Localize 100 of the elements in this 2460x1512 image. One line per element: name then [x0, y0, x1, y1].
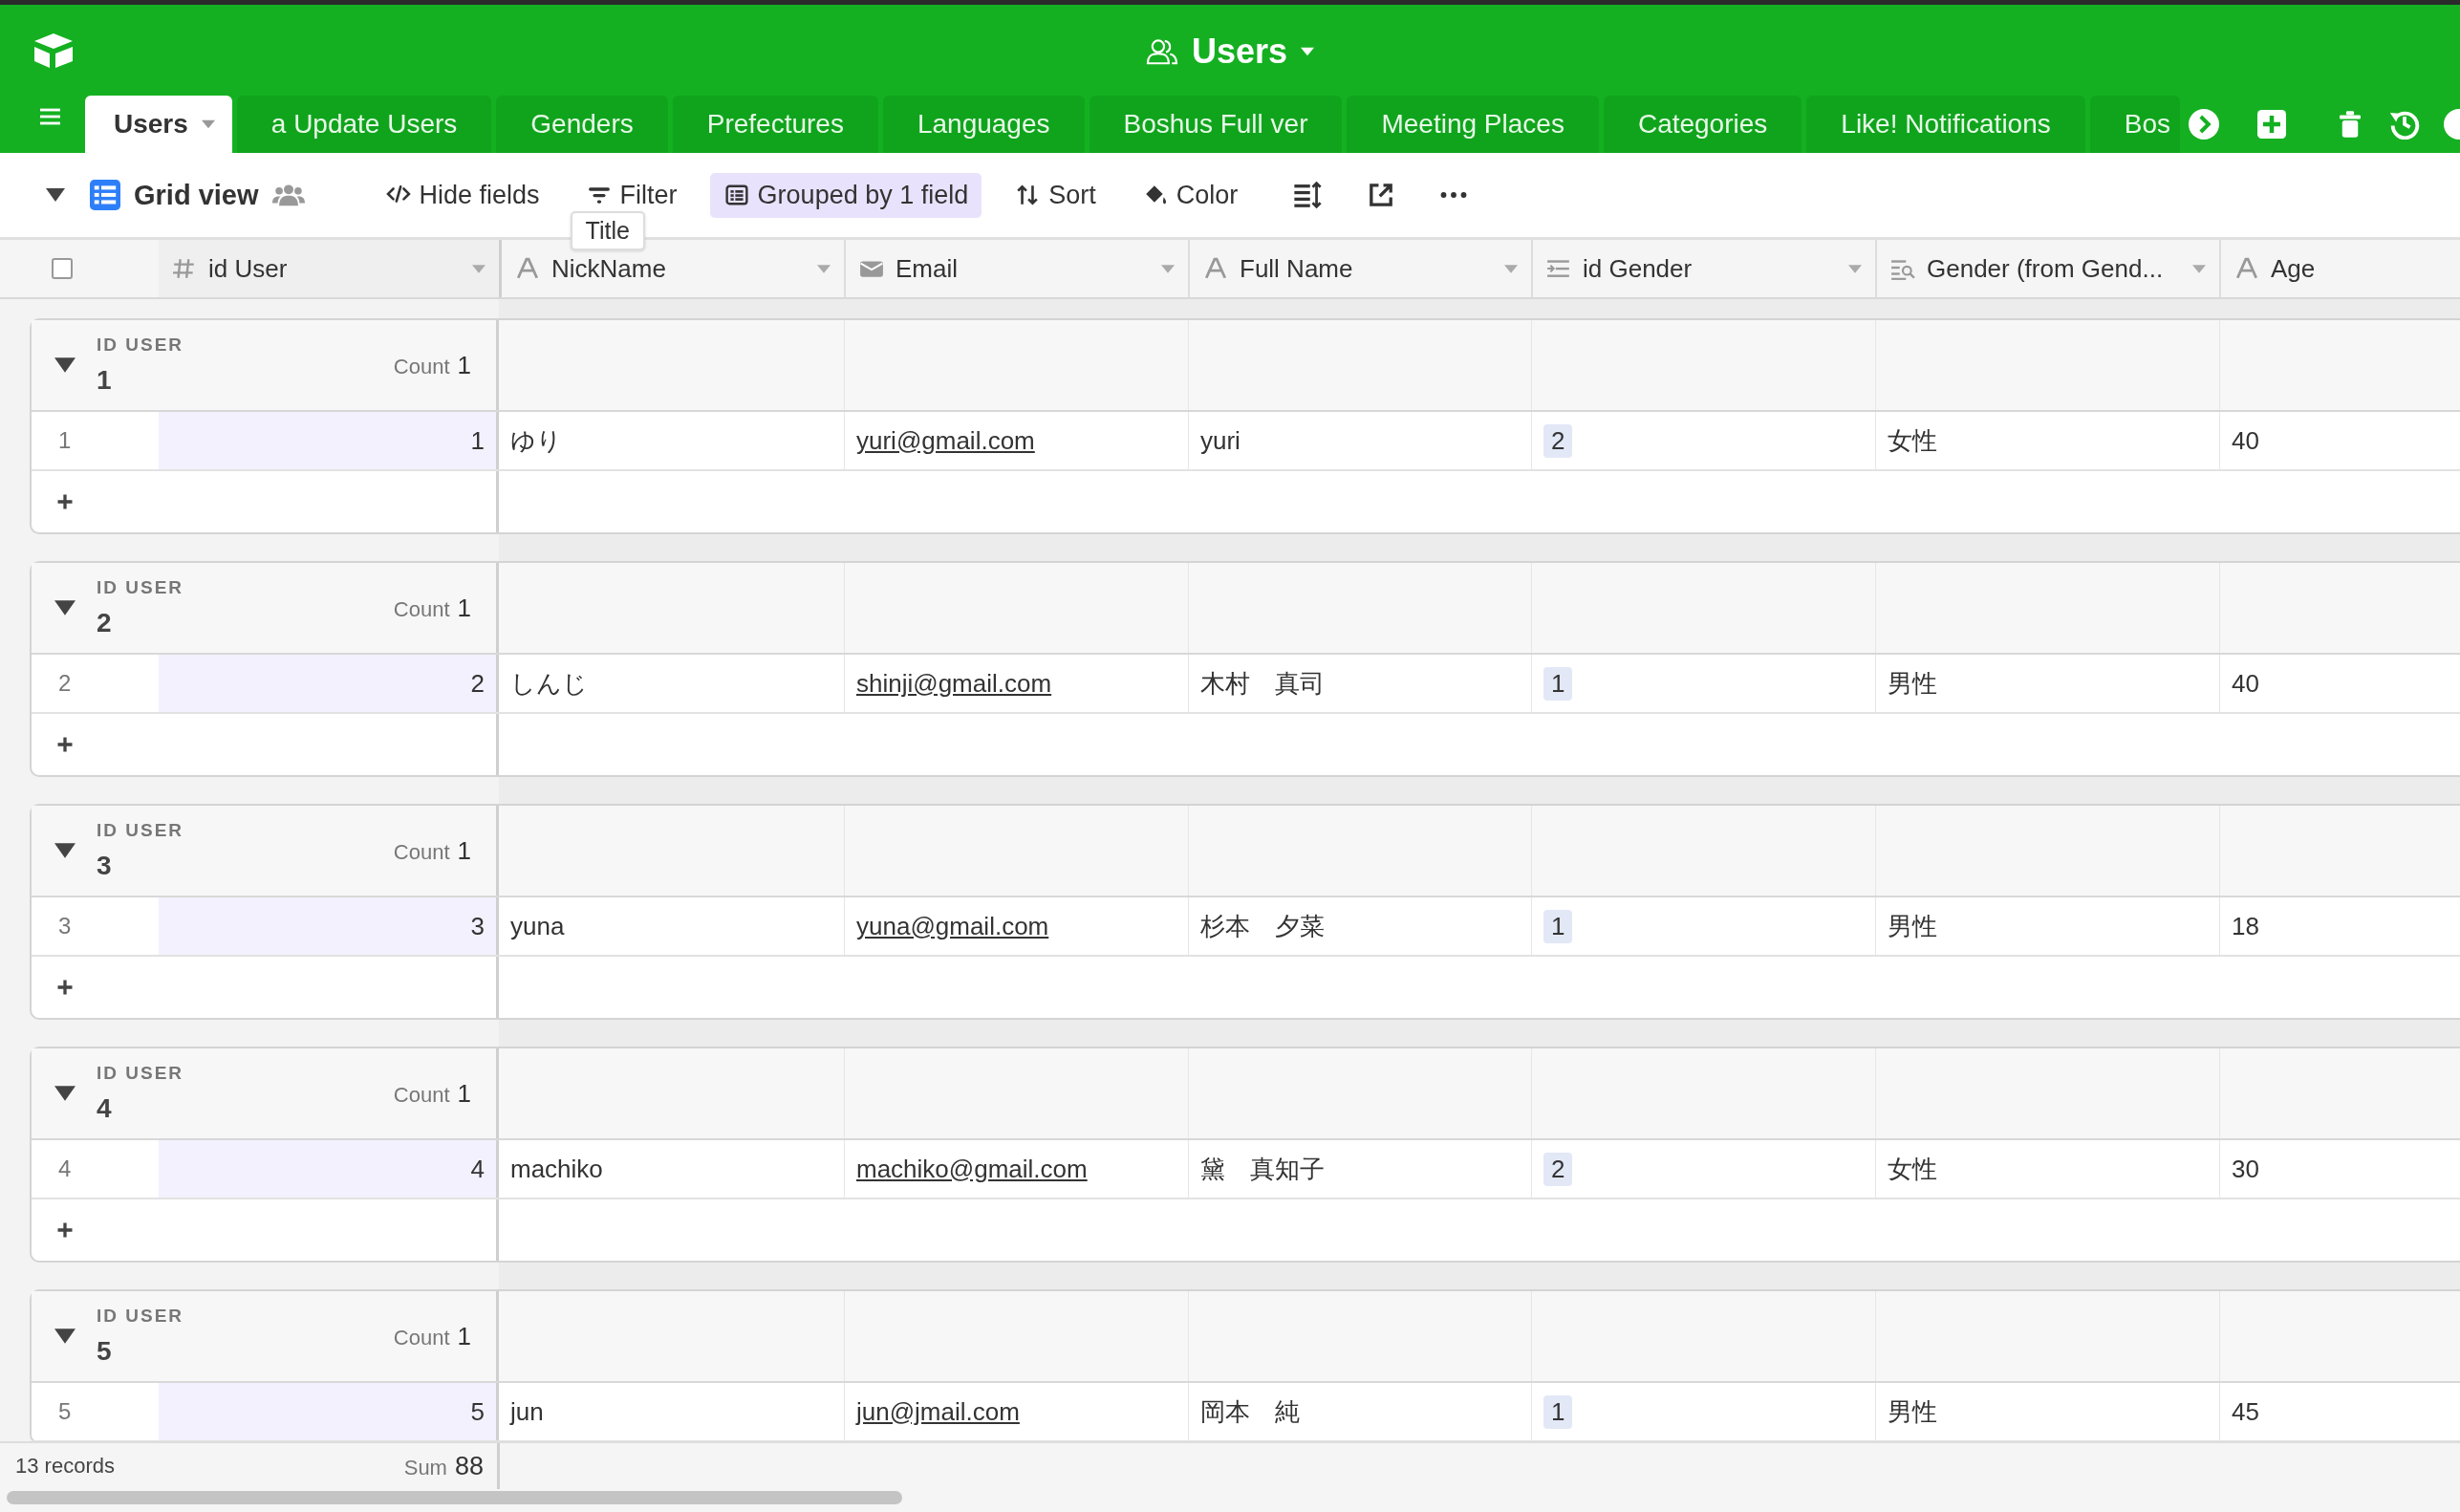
toolbar-button[interactable]: Color	[1128, 172, 1252, 218]
avatar-icon[interactable]	[2443, 109, 2460, 140]
count-value: 1	[457, 593, 471, 623]
add-record-icon[interactable]	[56, 1221, 74, 1239]
email-link[interactable]: yuri@gmail.com	[856, 425, 1035, 456]
row-height-icon[interactable]	[1293, 181, 1323, 209]
history-icon[interactable]	[2389, 109, 2420, 140]
linked-list-icon	[1546, 257, 1571, 280]
count-value: 1	[457, 1078, 471, 1109]
trash-icon[interactable]	[2340, 110, 2361, 139]
table-cell: machiko	[510, 1154, 603, 1184]
table-cell: 3	[470, 911, 485, 941]
table-cell-text: 木村 真司	[1200, 667, 1325, 700]
linked-record-chip[interactable]: 1	[1543, 1394, 1573, 1429]
caret-icon[interactable]	[54, 600, 76, 616]
text-a-icon	[2234, 257, 2259, 280]
group-value: 1	[97, 365, 113, 396]
toolbar-button[interactable]: Grouped by 1 field	[709, 172, 982, 218]
row-number: 4	[57, 1155, 73, 1183]
group-field-label: ID USER	[97, 1306, 185, 1327]
group-field-label: ID USER	[97, 577, 185, 598]
record-count: 13 records	[15, 1454, 115, 1479]
text-a-icon	[1203, 257, 1228, 280]
caret-icon[interactable]	[46, 188, 65, 202]
table-cell-text: 男性	[1888, 910, 1937, 942]
column-name: id Gender	[1583, 253, 1694, 284]
count-label: Count	[393, 1325, 450, 1350]
group-field-label: ID USER	[97, 1063, 185, 1084]
summary-label: Sum	[403, 1455, 447, 1480]
count-label: Count	[393, 1082, 450, 1108]
column-header[interactable]: id Gender	[1531, 240, 1875, 297]
table-cell-text: 女性	[1888, 1153, 1937, 1185]
table-cell: jun	[510, 1396, 544, 1427]
tooltip: Title	[570, 210, 645, 250]
chevron-right-icon[interactable]	[2189, 109, 2219, 140]
caret-icon[interactable]	[54, 1086, 76, 1101]
toolbar-button[interactable]: Sort	[1001, 172, 1110, 218]
count-label: Count	[393, 596, 450, 622]
table-cell: 1	[470, 425, 485, 456]
email-link[interactable]: jun@jmail.com	[856, 1396, 1020, 1427]
email-link[interactable]: shinji@gmail.com	[856, 668, 1052, 699]
row-number: 2	[57, 669, 73, 698]
caret-icon[interactable]	[54, 357, 76, 373]
users-icon	[1145, 37, 1178, 66]
people-icon[interactable]	[271, 182, 305, 208]
table-cell: 4	[470, 1154, 485, 1184]
toolbar-button[interactable]: Hide fields	[371, 172, 553, 218]
column-header[interactable]: Gender (from Gend...	[1875, 240, 2219, 297]
add-record-icon[interactable]	[56, 493, 74, 510]
count-label: Count	[393, 354, 450, 379]
linked-record-chip[interactable]: 1	[1543, 909, 1573, 943]
column-name: NickName	[551, 253, 667, 284]
caret-icon[interactable]	[54, 1328, 76, 1344]
table-cell: 5	[470, 1396, 485, 1427]
add-record-icon[interactable]	[56, 736, 74, 753]
column-header[interactable]: Full Name	[1188, 240, 1531, 297]
count-value: 1	[457, 350, 471, 380]
select-all-checkbox[interactable]	[52, 258, 73, 279]
text-a-icon	[515, 257, 540, 280]
table-cell-text: 杉本 夕菜	[1200, 910, 1325, 942]
group-value: 3	[97, 851, 113, 881]
count-value: 1	[457, 835, 471, 866]
linked-record-chip[interactable]: 2	[1543, 423, 1573, 458]
grid-view-icon	[90, 180, 120, 210]
table-cell: yuri	[1200, 425, 1241, 456]
table-cell: 40	[2232, 425, 2259, 456]
summary-value: 88	[454, 1451, 484, 1481]
group-value: 2	[97, 608, 113, 638]
linked-record-chip[interactable]: 2	[1543, 1152, 1573, 1186]
column-name: Age	[2271, 253, 2317, 284]
column-header[interactable]: Age	[2219, 240, 2460, 297]
table-cell: 2	[470, 668, 485, 699]
add-record-icon[interactable]	[56, 979, 74, 996]
column-name: id User	[208, 253, 289, 284]
group-field-label: ID USER	[97, 335, 185, 356]
table-cell: 40	[2232, 668, 2259, 699]
lookup-icon	[1890, 257, 1915, 280]
group-value: 4	[97, 1093, 113, 1124]
table-cell-text: 黛 真知子	[1200, 1153, 1325, 1185]
share-icon[interactable]	[1368, 182, 1395, 208]
hash-icon	[172, 257, 197, 280]
table-cell-text: 岡本 純	[1200, 1395, 1300, 1428]
table-tab[interactable]: Users	[84, 96, 232, 153]
count-value: 1	[457, 1321, 471, 1351]
email-link[interactable]: yuna@gmail.com	[856, 911, 1049, 941]
table-cell: 30	[2232, 1154, 2259, 1184]
row-number: 5	[57, 1397, 73, 1426]
view-name[interactable]: Grid view	[134, 179, 259, 211]
group-value: 5	[97, 1336, 113, 1367]
column-header[interactable]: Email	[844, 240, 1188, 297]
linked-record-chip[interactable]: 1	[1543, 666, 1573, 701]
column-header[interactable]: id User	[159, 240, 499, 297]
table-cell-text: 男性	[1888, 667, 1937, 700]
horizontal-scrollbar[interactable]	[7, 1491, 902, 1504]
caret-icon[interactable]	[54, 843, 76, 858]
more-icon[interactable]	[1440, 190, 1468, 200]
add-table-icon[interactable]	[2257, 110, 2286, 139]
table-cell-text: ゆり	[510, 424, 562, 457]
email-link[interactable]: machiko@gmail.com	[856, 1154, 1088, 1184]
table-cell: yuna	[510, 911, 565, 941]
